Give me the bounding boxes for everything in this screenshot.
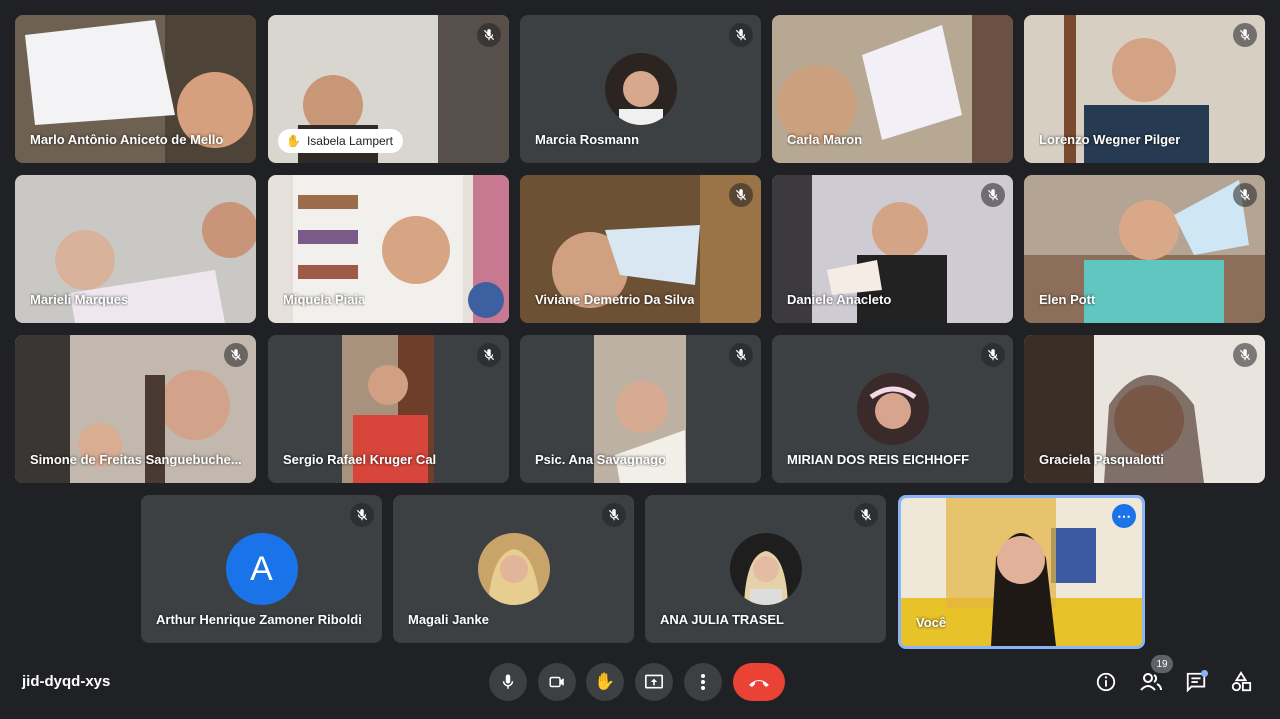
chat-notification-dot <box>1201 670 1208 677</box>
participant-tile[interactable]: Marlo Antônio Aniceto de Mello <box>15 15 256 163</box>
self-view-tile[interactable]: ⋯ Você <box>898 495 1145 649</box>
muted-mic-icon <box>602 503 626 527</box>
participant-tile[interactable]: A Arthur Henrique Zamoner Riboldi <box>141 495 382 643</box>
avatar-letter: A <box>225 533 298 605</box>
participant-name: Marcia Rosmann <box>535 132 640 147</box>
raise-hand-icon: ✋ <box>594 672 616 691</box>
activities-icon <box>1231 671 1252 692</box>
raise-hand-button[interactable]: ✋ <box>586 663 624 701</box>
participant-name: Você <box>916 615 947 630</box>
meeting-details-button[interactable] <box>1092 668 1120 696</box>
more-vert-icon <box>701 674 705 690</box>
participant-tile[interactable]: Daniele Anacleto <box>772 175 1013 323</box>
activities-button[interactable] <box>1227 668 1255 696</box>
microphone-button[interactable] <box>489 663 527 701</box>
muted-mic-icon <box>224 343 248 367</box>
avatar <box>729 533 802 605</box>
participant-name: ANA JULIA TRASEL <box>660 612 784 627</box>
raised-hand-chip: ✋ Isabela Lampert <box>278 129 404 153</box>
muted-mic-icon <box>729 23 753 47</box>
participant-tile[interactable]: Graciela Pasqualotti <box>1024 335 1265 483</box>
participant-name: Simone de Freitas Sanguebuche... <box>30 452 242 467</box>
participant-name: Elen Pott <box>1039 292 1096 307</box>
participants-count-badge: 19 <box>1151 655 1173 673</box>
participant-tile[interactable]: ✋ Isabela Lampert <box>268 15 509 163</box>
muted-mic-icon <box>981 343 1005 367</box>
participant-name: Viviane Demetrio Da Silva <box>535 292 695 307</box>
participant-name: Lorenzo Wegner Pilger <box>1039 132 1181 147</box>
microphone-icon <box>502 674 514 689</box>
muted-mic-icon <box>1233 23 1257 47</box>
info-icon <box>1096 672 1116 692</box>
more-options-icon[interactable]: ⋯ <box>1112 504 1136 528</box>
participant-name: Graciela Pasqualotti <box>1039 452 1164 467</box>
muted-mic-icon <box>729 343 753 367</box>
avatar <box>477 533 550 605</box>
muted-mic-icon <box>981 183 1005 207</box>
participant-name: Isabela Lampert <box>306 134 394 148</box>
participant-tile[interactable]: Viviane Demetrio Da Silva <box>520 175 761 323</box>
muted-mic-icon <box>350 503 374 527</box>
participant-tile[interactable]: Marieli Marques <box>15 175 256 323</box>
participant-tile[interactable]: Magali Janke <box>393 495 634 643</box>
hang-up-icon <box>749 680 769 687</box>
participant-name: Carla Maron <box>787 132 863 147</box>
people-icon <box>1140 673 1162 691</box>
participant-tile[interactable]: MIRIAN DOS REIS EICHHOFF <box>772 335 1013 483</box>
participant-tile[interactable]: Marcia Rosmann <box>520 15 761 163</box>
participant-name: Arthur Henrique Zamoner Riboldi <box>156 612 362 627</box>
participant-tile[interactable]: Miquela Piaia <box>268 175 509 323</box>
participant-name: MIRIAN DOS REIS EICHHOFF <box>787 452 970 467</box>
camera-button[interactable] <box>538 663 576 701</box>
participant-tile[interactable]: Elen Pott <box>1024 175 1265 323</box>
present-screen-icon <box>645 674 663 689</box>
participant-tile[interactable]: Psic. Ana Savagnago <box>520 335 761 483</box>
participant-tile[interactable]: Sergio Rafael Kruger Cal <box>268 335 509 483</box>
participant-name: Marieli Marques <box>30 292 129 307</box>
muted-mic-icon <box>477 343 501 367</box>
muted-mic-icon <box>854 503 878 527</box>
raised-hand-icon: ✋ <box>286 134 301 148</box>
participant-tile[interactable]: Lorenzo Wegner Pilger <box>1024 15 1265 163</box>
muted-mic-icon <box>477 23 501 47</box>
meeting-code: jid-dyqd-xys <box>22 673 111 690</box>
participant-tile[interactable]: Carla Maron <box>772 15 1013 163</box>
leave-call-button[interactable] <box>733 663 785 701</box>
participant-name: Sergio Rafael Kruger Cal <box>283 452 437 467</box>
participant-name: Psic. Ana Savagnago <box>535 452 667 467</box>
participant-tile[interactable]: Simone de Freitas Sanguebuche... <box>15 335 256 483</box>
participant-name: Marlo Antônio Aniceto de Mello <box>30 132 224 147</box>
avatar <box>604 53 677 125</box>
participant-name: Miquela Piaia <box>283 292 366 307</box>
muted-mic-icon <box>1233 343 1257 367</box>
muted-mic-icon <box>729 183 753 207</box>
present-screen-button[interactable] <box>635 663 673 701</box>
avatar <box>856 373 929 445</box>
camera-icon <box>549 676 564 688</box>
more-options-button[interactable] <box>684 663 722 701</box>
muted-mic-icon <box>1233 183 1257 207</box>
participant-name: Daniele Anacleto <box>787 292 892 307</box>
participant-tile[interactable]: ANA JULIA TRASEL <box>645 495 886 643</box>
participant-name: Magali Janke <box>408 612 489 627</box>
